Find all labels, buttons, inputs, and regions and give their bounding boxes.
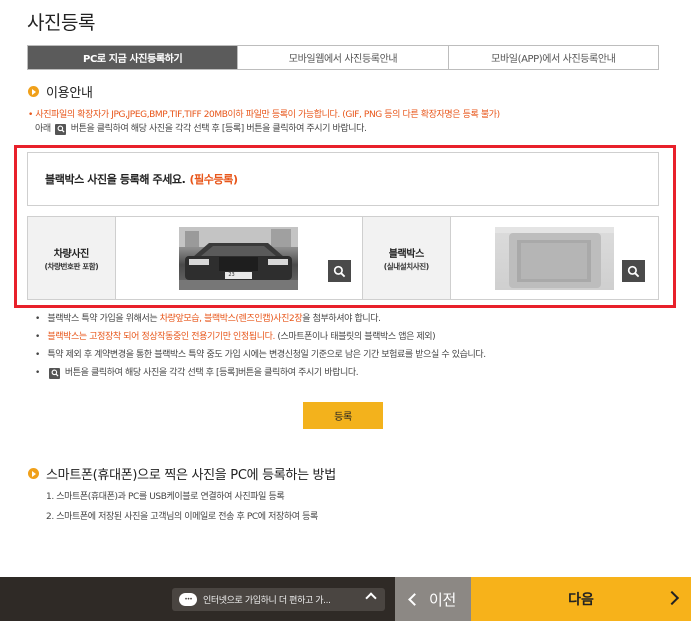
- blackbox-photo-label: 블랙박스 (실내설치사진): [362, 217, 451, 299]
- rule-2-post: (스마트폰이나 태블릿의 블랙박스 앱은 제외): [274, 332, 436, 342]
- blackbox-photo-title: 블랙박스: [388, 248, 425, 260]
- photo-upload-table: 차량사진 (차량번호판 포함) 23 블랙박스 (실내설치사진): [27, 216, 659, 300]
- rule-3-text: 특약 제외 후 계약변경을 통한 블랙박스 특약 중도 가입 시에는 변경신청일…: [47, 350, 486, 360]
- blackbox-notice-box: 블랙박스 사진을 등록해 주세요. (필수등록): [27, 152, 659, 206]
- usage-heading-text: 이용안내: [46, 86, 93, 101]
- smartphone-heading: 스마트폰(휴대폰)으로 찍은 사진을 PC에 등록하는 방법: [28, 464, 336, 483]
- next-button[interactable]: 다음: [471, 577, 691, 621]
- usage-line-2-pre: 아래: [35, 124, 51, 134]
- arrow-bullet-icon: [28, 86, 39, 97]
- next-button-label: 다음: [568, 592, 594, 608]
- chat-bubble-icon: [179, 593, 197, 606]
- blackbox-notice-text: 블랙박스 사진을 등록해 주세요.: [45, 173, 186, 186]
- rule-1-post: 을 첨부하셔야 합니다.: [302, 314, 381, 324]
- prev-button[interactable]: 이전: [395, 577, 471, 621]
- tab-mobile-web-guide[interactable]: 모바일웹에서 사진등록안내: [237, 46, 448, 69]
- search-icon: [627, 265, 640, 277]
- vehicle-photo-subtitle: (차량번호판 포함): [44, 261, 99, 271]
- smartphone-heading-text: 스마트폰(휴대폰)으로 찍은 사진을 PC에 등록하는 방법: [46, 468, 336, 483]
- search-icon: [333, 265, 346, 277]
- vehicle-photo-title: 차량사진: [53, 248, 90, 260]
- rule-item: 블랙박스는 고정장착 되어 정상작동중인 전용기기만 인정됩니다. (스마트폰이…: [44, 328, 684, 346]
- rule-2-highlight: 블랙박스는 고정장착 되어 정상작동중인 전용기기만 인정됩니다.: [47, 332, 275, 342]
- rule-item: 블랙박스 특약 가입을 위해서는 차량앞모습, 블랙박스(렌즈인캡)사진2장을 …: [44, 310, 684, 328]
- search-icon: [55, 123, 67, 135]
- blackbox-sample-image: [494, 226, 614, 290]
- usage-notice: • 사진파일의 확장자가 JPG,JPEG,BMP,TIF,TIFF 20MB이…: [28, 108, 675, 136]
- usage-line-1: • 사진파일의 확장자가 JPG,JPEG,BMP,TIF,TIFF 20MB이…: [28, 110, 500, 120]
- blackbox-photo-search-button[interactable]: [622, 260, 645, 282]
- search-icon: [49, 367, 61, 379]
- register-button[interactable]: 등록: [303, 402, 383, 429]
- smartphone-steps: 1. 스마트폰(휴대폰)과 PC를 USB케이블로 연결하여 사진파일 등록 2…: [46, 487, 318, 527]
- chevron-right-icon: [664, 590, 680, 606]
- vehicle-photo-label: 차량사진 (차량번호판 포함): [28, 217, 116, 299]
- usage-line-2: 아래 버튼을 클릭하여 해당 사진을 각각 선택 후 [등록] 버튼을 클릭하여…: [35, 122, 675, 136]
- usage-line-1-text: 사진파일의 확장자가 JPG,JPEG,BMP,TIF,TIFF 20MB이하 …: [35, 110, 500, 120]
- chevron-up-icon[interactable]: [365, 592, 377, 604]
- rule-item: 버튼을 클릭하여 해당 사진을 각각 선택 후 [등록]버튼을 클릭하여 주시기…: [44, 364, 684, 382]
- tab-bar: PC로 지금 사진등록하기 모바일웹에서 사진등록안내 모바일(APP)에서 사…: [27, 45, 659, 70]
- vehicle-sample-image: 23: [179, 226, 299, 290]
- chevron-left-icon: [408, 592, 421, 606]
- plate-text: 23: [228, 271, 235, 278]
- required-label: (필수등록): [189, 173, 238, 186]
- vehicle-photo-cell: 23: [116, 217, 363, 299]
- usage-heading: 이용안내: [28, 82, 93, 101]
- rules-list: 블랙박스 특약 가입을 위해서는 차량앞모습, 블랙박스(렌즈인캡)사진2장을 …: [44, 310, 684, 382]
- tab-mobile-app-guide[interactable]: 모바일(APP)에서 사진등록안내: [447, 46, 658, 69]
- prev-button-label: 이전: [428, 590, 456, 609]
- blackbox-photo-cell: [451, 217, 658, 299]
- vehicle-photo-search-button[interactable]: [327, 260, 351, 282]
- chat-banner[interactable]: 인터넷으로 가입하니 더 편하고 가...: [172, 588, 385, 611]
- step-1: 1. 스마트폰(휴대폰)과 PC를 USB케이블로 연결하여 사진파일 등록: [46, 492, 285, 502]
- rule-4-text: 버튼을 클릭하여 해당 사진을 각각 선택 후 [등록]버튼을 클릭하여 주시기…: [64, 368, 359, 378]
- page-title: 사진등록: [27, 12, 95, 34]
- rule-item: 특약 제외 후 계약변경을 통한 블랙박스 특약 중도 가입 시에는 변경신청일…: [44, 346, 684, 364]
- step-2: 2. 스마트폰에 저장된 사진을 고객님의 이메일로 전송 후 PC에 저장하여…: [46, 512, 318, 522]
- arrow-bullet-icon: [28, 468, 39, 479]
- blackbox-photo-subtitle: (실내설치사진): [383, 261, 429, 271]
- chat-banner-text: 인터넷으로 가입하니 더 편하고 가...: [203, 596, 331, 606]
- usage-line-2-post: 버튼을 클릭하여 해당 사진을 각각 선택 후 [등록] 버튼을 클릭하여 주시…: [70, 124, 367, 134]
- tab-pc-upload[interactable]: PC로 지금 사진등록하기: [28, 46, 238, 69]
- rule-1-pre: 블랙박스 특약 가입을 위해서는: [47, 314, 160, 324]
- rule-1-highlight: 차량앞모습, 블랙박스(렌즈인캡)사진2장: [159, 314, 303, 324]
